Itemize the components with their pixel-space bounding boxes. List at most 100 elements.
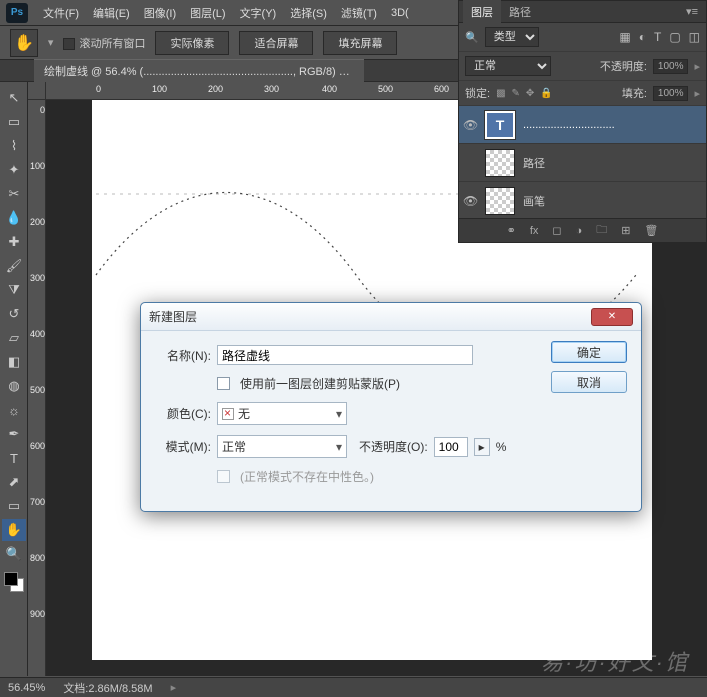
pen-tool[interactable]: ✒	[2, 423, 26, 445]
dialog-titlebar[interactable]: 新建图层 ✕	[141, 303, 641, 331]
menu-filter[interactable]: 滤镜(T)	[334, 1, 384, 25]
filter-pixel-icon[interactable]: ▦	[619, 30, 630, 44]
layer-row[interactable]: 👁 画笔	[459, 182, 706, 220]
eyedropper-tool[interactable]: 💧	[2, 207, 26, 229]
doc-size[interactable]: 文档:2.86M/8.58M	[63, 680, 152, 696]
group-icon[interactable]: 🗀	[596, 221, 607, 240]
blend-mode-dropdown[interactable]: 正常	[465, 56, 551, 76]
dodge-tool[interactable]: ☼	[2, 399, 26, 421]
tab-layers[interactable]: 图层	[463, 0, 501, 24]
eraser-tool[interactable]: ▱	[2, 327, 26, 349]
opacity-arrow-icon[interactable]: ▸	[694, 60, 700, 73]
color-dropdown[interactable]: × 无 ▾	[217, 402, 347, 425]
fill-screen-button[interactable]: 填充屏幕	[323, 31, 397, 55]
layer-thumb-text[interactable]: T	[485, 111, 515, 139]
crop-tool[interactable]: ✂	[2, 183, 26, 205]
opacity-value[interactable]: 100%	[653, 59, 689, 74]
hand-tool-icon[interactable]: ✋	[10, 29, 38, 57]
layer-name[interactable]: ..............................	[523, 119, 615, 131]
scroll-all-checkbox[interactable]: 滚动所有窗口	[63, 35, 145, 51]
fx-icon[interactable]: fx	[530, 225, 539, 237]
layer-row[interactable]: 路径	[459, 144, 706, 182]
neutral-note: (正常模式不存在中性色。)	[240, 468, 374, 485]
lock-label: 锁定:	[465, 85, 490, 101]
menu-3d[interactable]: 3D(	[384, 3, 416, 23]
link-layers-icon[interactable]: ⚭	[507, 224, 516, 237]
visibility-icon[interactable]: 👁	[463, 194, 477, 208]
color-swatches[interactable]	[4, 572, 23, 594]
filter-shape-icon[interactable]: ▢	[669, 30, 680, 44]
marquee-tool[interactable]: ▭	[2, 111, 26, 133]
name-input[interactable]	[217, 345, 473, 365]
type-tool[interactable]: T	[2, 447, 26, 469]
panel-menu-icon[interactable]: ▾≡	[678, 1, 706, 22]
fill-arrow-icon[interactable]: ▸	[694, 87, 700, 100]
ok-button[interactable]: 确定	[551, 341, 627, 363]
layer-thumb[interactable]	[485, 149, 515, 177]
fill-value[interactable]: 100%	[653, 86, 689, 101]
lasso-tool[interactable]: ⌇	[2, 135, 26, 157]
fit-screen-button[interactable]: 适合屏幕	[239, 31, 313, 55]
blur-tool[interactable]: ◍	[2, 375, 26, 397]
menu-edit[interactable]: 编辑(E)	[86, 1, 137, 25]
lock-all-icon[interactable]: 🔒	[540, 88, 552, 99]
opacity-unit: %	[496, 440, 507, 454]
new-layer-icon[interactable]: ⊞	[621, 224, 630, 237]
dialog-close-button[interactable]: ✕	[591, 308, 633, 326]
color-label: 颜色(C):	[155, 405, 211, 422]
move-tool[interactable]: ↖	[2, 87, 26, 109]
menu-layer[interactable]: 图层(L)	[183, 1, 232, 25]
cancel-button[interactable]: 取消	[551, 371, 627, 393]
menu-image[interactable]: 图像(I)	[137, 1, 183, 25]
menu-file[interactable]: 文件(F)	[36, 1, 86, 25]
history-brush-tool[interactable]: ↺	[2, 303, 26, 325]
lock-transparent-icon[interactable]: ▩	[496, 88, 505, 99]
gradient-tool[interactable]: ◧	[2, 351, 26, 373]
search-icon[interactable]: 🔍	[465, 31, 479, 44]
menu-select[interactable]: 选择(S)	[283, 1, 334, 25]
shape-tool[interactable]: ▭	[2, 495, 26, 517]
zoom-level[interactable]: 56.45%	[8, 682, 45, 694]
zoom-tool[interactable]: 🔍	[2, 543, 26, 565]
brush-tool[interactable]: 🖌	[2, 255, 26, 277]
wand-tool[interactable]: ✦	[2, 159, 26, 181]
app-logo: Ps	[6, 3, 28, 23]
actual-pixels-button[interactable]: 实际像素	[155, 31, 229, 55]
document-tab-title: 绘制虚线 @ 56.4% (..........................…	[44, 66, 350, 78]
mode-dropdown[interactable]: 正常 ▾	[217, 435, 347, 458]
delete-icon[interactable]: 🗑	[644, 224, 658, 237]
layer-thumb[interactable]	[485, 187, 515, 215]
status-arrow-icon[interactable]: ▸	[171, 681, 177, 694]
adjustment-icon[interactable]: ◑	[576, 225, 583, 237]
clip-mask-checkbox[interactable]	[217, 377, 230, 390]
opacity-input[interactable]	[434, 437, 468, 457]
panel-footer: ⚭ fx ◻ ◑ 🗀 ⊞ 🗑	[459, 218, 706, 242]
document-tab-close[interactable]: ×	[354, 66, 360, 78]
foreground-swatch[interactable]	[4, 572, 18, 586]
menu-type[interactable]: 文字(Y)	[233, 1, 284, 25]
opacity-flyout-icon[interactable]: ▸	[474, 438, 490, 456]
ruler-vertical: 0 100 200 300 400 500 600 700 800 900	[28, 100, 46, 676]
hand-tool[interactable]: ✋	[2, 519, 26, 541]
path-select-tool[interactable]: ⬈	[2, 471, 26, 493]
layer-name[interactable]: 路径	[523, 155, 545, 171]
clip-mask-label: 使用前一图层创建剪贴蒙版(P)	[240, 375, 400, 392]
new-layer-dialog: 新建图层 ✕ 确定 取消 名称(N): 使用前一图层创建剪贴蒙版(P) 颜色(C…	[140, 302, 642, 512]
visibility-icon[interactable]: 👁	[463, 118, 477, 132]
tool-strip: ↖ ▭ ⌇ ✦ ✂ 💧 ✚ 🖌 ⧩ ↺ ▱ ◧ ◍ ☼ ✒ T ⬈ ▭ ✋ 🔍	[0, 82, 28, 676]
healing-tool[interactable]: ✚	[2, 231, 26, 253]
mask-icon[interactable]: ◻	[552, 224, 561, 237]
triangle-icon[interactable]: ▾	[48, 36, 54, 49]
filter-type-icon[interactable]: T	[654, 30, 661, 44]
layer-row[interactable]: 👁 T ..............................	[459, 106, 706, 144]
filter-smart-icon[interactable]: ◫	[689, 30, 700, 44]
filter-adjust-icon[interactable]: ◐	[639, 30, 646, 44]
opacity-label: 不透明度:	[600, 58, 647, 74]
document-tab[interactable]: 绘制虚线 @ 56.4% (..........................…	[34, 59, 364, 82]
layer-name[interactable]: 画笔	[523, 193, 545, 209]
filter-kind-dropdown[interactable]: 类型	[485, 27, 539, 47]
stamp-tool[interactable]: ⧩	[2, 279, 26, 301]
lock-position-icon[interactable]: ✥	[526, 88, 534, 99]
lock-pixels-icon[interactable]: ✎	[512, 88, 520, 99]
tab-paths[interactable]: 路径	[501, 0, 539, 24]
